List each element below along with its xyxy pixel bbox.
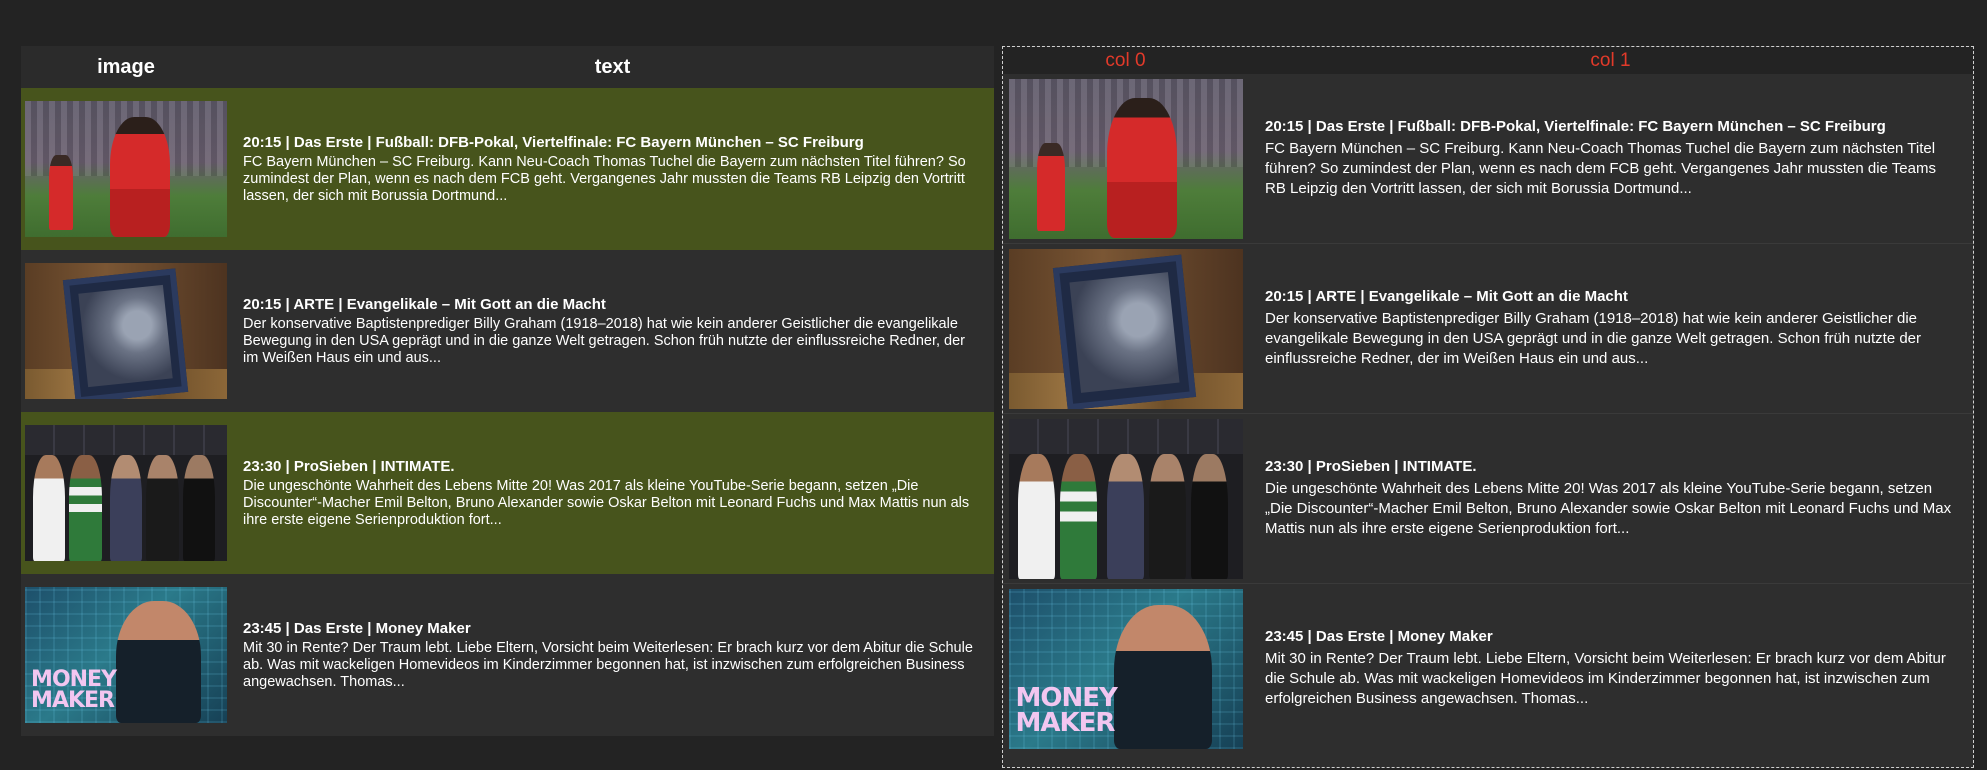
program-description: Die ungeschönte Wahrheit des Lebens Mitt…	[243, 477, 970, 528]
table-row[interactable]: 20:15 | ARTE | Evangelikale – Mit Gott a…	[1003, 244, 1973, 414]
person	[146, 454, 179, 561]
column-header: col 0 col 1	[1003, 47, 1973, 74]
table-row[interactable]: 20:15 | Das Erste | Fußball: DFB-Pokal, …	[21, 88, 994, 250]
person	[69, 454, 102, 561]
text-cell: 23:45 | Das Erste | Money Maker Mit 30 i…	[231, 620, 994, 691]
picture-frame	[1052, 254, 1197, 409]
thumb-cell	[1003, 78, 1248, 239]
portrait-thumbnail[interactable]	[1008, 248, 1243, 409]
money-maker-thumbnail[interactable]: MONEY MAKER	[1008, 588, 1243, 749]
presenter-figure	[115, 600, 201, 723]
football-thumbnail[interactable]	[25, 101, 227, 237]
table-header: image text	[21, 46, 994, 88]
thumb-cell	[1003, 248, 1248, 409]
thumb-cell	[21, 263, 231, 399]
person	[1059, 453, 1098, 579]
program-title: 20:15 | Das Erste | Fußball: DFB-Pokal, …	[1265, 118, 1886, 135]
program-title: 23:30 | ProSieben | INTIMATE.	[1265, 458, 1477, 475]
table-row[interactable]: MONEY MAKER 23:45 | Das Erste | Money Ma…	[1003, 584, 1973, 753]
program-title: 20:15 | ARTE | Evangelikale – Mit Gott a…	[243, 295, 606, 313]
program-title: 20:15 | Das Erste | Fußball: DFB-Pokal, …	[243, 133, 864, 151]
table-row[interactable]: 23:30 | ProSieben | INTIMATE. Die ungesc…	[21, 412, 994, 574]
player-figure	[49, 155, 74, 231]
money-maker-logo: MONEY MAKER	[31, 669, 117, 714]
framed-photo	[78, 284, 174, 387]
text-cell: 23:45 | Das Erste | Money Maker Mit 30 i…	[1248, 628, 1973, 709]
football-thumbnail[interactable]	[1008, 78, 1243, 239]
money-maker-thumbnail[interactable]: MONEY MAKER	[25, 587, 227, 723]
table-row[interactable]: 20:15 | ARTE | Evangelikale – Mit Gott a…	[21, 250, 994, 412]
thumb-cell: MONEY MAKER	[1003, 588, 1248, 749]
program-description: FC Bayern München – SC Freiburg. Kann Ne…	[1265, 140, 1936, 197]
person	[33, 454, 66, 561]
program-table-right: col 0 col 1 20:15 | Das Erste | Fußball:…	[1002, 46, 1974, 768]
program-description: Mit 30 in Rente? Der Traum lebt. Liebe E…	[243, 639, 973, 690]
money-maker-logo: MONEY MAKER	[1015, 685, 1118, 739]
program-title: 23:45 | Das Erste | Money Maker	[1265, 628, 1493, 645]
program-table-left: image text 20:15 | Das Erste | Fußball: …	[21, 46, 994, 736]
text-cell: 20:15 | ARTE | Evangelikale – Mit Gott a…	[1248, 288, 1973, 369]
person	[1191, 453, 1229, 579]
logo-line: MAKER	[31, 688, 115, 714]
text-cell: 20:15 | Das Erste | Fußball: DFB-Pokal, …	[1248, 118, 1973, 199]
thumb-cell	[1003, 418, 1248, 579]
program-title: 23:45 | Das Erste | Money Maker	[243, 619, 471, 637]
logo-line: MAKER	[1015, 708, 1116, 739]
group-thumbnail[interactable]	[1008, 418, 1243, 579]
program-title: 20:15 | ARTE | Evangelikale – Mit Gott a…	[1265, 288, 1628, 305]
program-description: Der konservative Baptistenprediger Billy…	[243, 315, 965, 366]
thumb-cell: MONEY MAKER	[21, 587, 231, 723]
portrait-thumbnail[interactable]	[25, 263, 227, 399]
event-banner	[25, 425, 227, 455]
text-cell: 20:15 | Das Erste | Fußball: DFB-Pokal, …	[231, 134, 994, 205]
text-cell: 23:30 | ProSieben | INTIMATE. Die ungesc…	[231, 458, 994, 529]
thumb-cell	[21, 425, 231, 561]
person	[1148, 453, 1187, 579]
player-figure	[1036, 142, 1065, 231]
person	[1106, 453, 1145, 579]
picture-frame	[63, 268, 189, 399]
group-thumbnail[interactable]	[25, 425, 227, 561]
program-title: 23:30 | ProSieben | INTIMATE.	[243, 457, 455, 475]
person	[109, 454, 143, 561]
col-1-header: col 1	[1590, 49, 1631, 71]
program-description: Der konservative Baptistenprediger Billy…	[1265, 310, 1922, 367]
table-row[interactable]: 23:30 | ProSieben | INTIMATE. Die ungesc…	[1003, 414, 1973, 584]
player-figure	[1106, 97, 1177, 239]
presenter-figure	[1113, 604, 1213, 749]
table-row[interactable]: 20:15 | Das Erste | Fußball: DFB-Pokal, …	[1003, 74, 1973, 244]
event-banner	[1008, 418, 1243, 454]
thumb-cell	[21, 101, 231, 237]
framed-photo	[1069, 272, 1180, 393]
player-figure	[109, 117, 171, 237]
program-description: FC Bayern München – SC Freiburg. Kann Ne…	[243, 153, 966, 204]
program-description: Die ungeschönte Wahrheit des Lebens Mitt…	[1265, 480, 1952, 537]
header-image: image	[97, 55, 155, 78]
person	[1017, 453, 1056, 579]
table-row[interactable]: MONEY MAKER 23:45 | Das Erste | Money Ma…	[21, 574, 994, 736]
col-0-header: col 0	[1105, 49, 1146, 71]
person	[182, 454, 215, 561]
text-cell: 20:15 | ARTE | Evangelikale – Mit Gott a…	[231, 296, 994, 367]
header-text: text	[594, 55, 631, 78]
text-cell: 23:30 | ProSieben | INTIMATE. Die ungesc…	[1248, 458, 1973, 539]
program-description: Mit 30 in Rente? Der Traum lebt. Liebe E…	[1265, 650, 1946, 707]
